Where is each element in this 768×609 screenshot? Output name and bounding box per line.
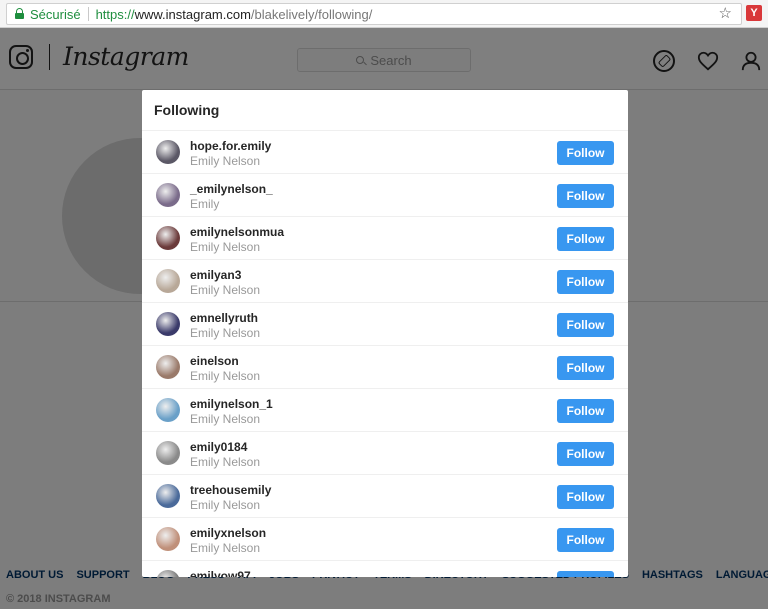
address-separator [87,7,89,21]
extension-icon[interactable]: Y [746,5,762,21]
avatar[interactable] [156,570,180,577]
avatar[interactable] [156,312,180,336]
full-name: Emily Nelson [190,412,261,426]
secure-label: Sécurisé [30,6,81,22]
list-item: emilyan3 Emily Nelson Follow [142,260,628,303]
following-list[interactable]: hope.for.emily Emily Nelson Follow _emilyne… [142,131,628,577]
list-item: emnellyruth Emily Nelson Follow [142,303,628,346]
username-link[interactable]: hope.for.emily [190,139,271,153]
username-link[interactable]: emilyxnelson [190,526,266,540]
full-name: Emily Nelson [190,283,261,297]
follow-button[interactable]: Follow [557,442,614,466]
following-modal: Following hope.for.emily Emily Nelson Foll… [142,90,628,577]
follow-button[interactable]: Follow [557,227,614,251]
list-item: emilyow97 Follow [142,561,628,577]
username-link[interactable]: emilynelson_1 [190,397,273,411]
list-item: emily0184 Emily Nelson Follow [142,432,628,475]
full-name: Emily Nelson [190,498,261,512]
avatar[interactable] [156,355,180,379]
follow-button[interactable]: Follow [557,141,614,165]
list-item: emilyxnelson Emily Nelson Follow [142,518,628,561]
follow-button[interactable]: Follow [557,399,614,423]
username-link[interactable]: emilynelsonmua [190,225,284,239]
username-link[interactable]: emnellyruth [190,311,258,325]
avatar[interactable] [156,398,180,422]
avatar[interactable] [156,226,180,250]
list-item: emilynelson_1 Emily Nelson Follow [142,389,628,432]
browser-toolbar: Sécurisé https://www.instagram.com/blake… [0,0,768,28]
lock-icon [15,8,24,19]
full-name: Emily Nelson [190,369,261,383]
username-link[interactable]: emilyow97 [190,569,251,577]
avatar[interactable] [156,441,180,465]
url-text: https://www.instagram.com/blakelively/fo… [95,6,373,22]
follow-button[interactable]: Follow [557,571,614,577]
modal-header: Following [142,90,628,131]
list-item: einelson Emily Nelson Follow [142,346,628,389]
bookmark-star-icon[interactable]: ☆ [719,4,732,22]
username-link[interactable]: emily0184 [190,440,247,454]
username-link[interactable]: _emilynelson_ [190,182,273,196]
username-link[interactable]: emilyan3 [190,268,241,282]
full-name: Emily Nelson [190,154,261,168]
avatar[interactable] [156,484,180,508]
username-link[interactable]: einelson [190,354,239,368]
avatar[interactable] [156,527,180,551]
full-name: Emily [190,197,220,211]
full-name: Emily Nelson [190,455,261,469]
follow-button[interactable]: Follow [557,184,614,208]
follow-button[interactable]: Follow [557,485,614,509]
follow-button[interactable]: Follow [557,313,614,337]
full-name: Emily Nelson [190,541,261,555]
list-item: hope.for.emily Emily Nelson Follow [142,131,628,174]
full-name: Emily Nelson [190,240,261,254]
follow-button[interactable]: Follow [557,270,614,294]
avatar[interactable] [156,269,180,293]
address-bar[interactable]: Sécurisé https://www.instagram.com/blake… [6,3,742,25]
list-item: treehousemily Emily Nelson Follow [142,475,628,518]
modal-title: Following [154,102,220,118]
list-item: emilynelsonmua Emily Nelson Follow [142,217,628,260]
avatar[interactable] [156,183,180,207]
avatar[interactable] [156,140,180,164]
username-link[interactable]: treehousemily [190,483,271,497]
follow-button[interactable]: Follow [557,356,614,380]
list-item: _emilynelson_ Emily Follow [142,174,628,217]
follow-button[interactable]: Follow [557,528,614,552]
full-name: Emily Nelson [190,326,261,340]
